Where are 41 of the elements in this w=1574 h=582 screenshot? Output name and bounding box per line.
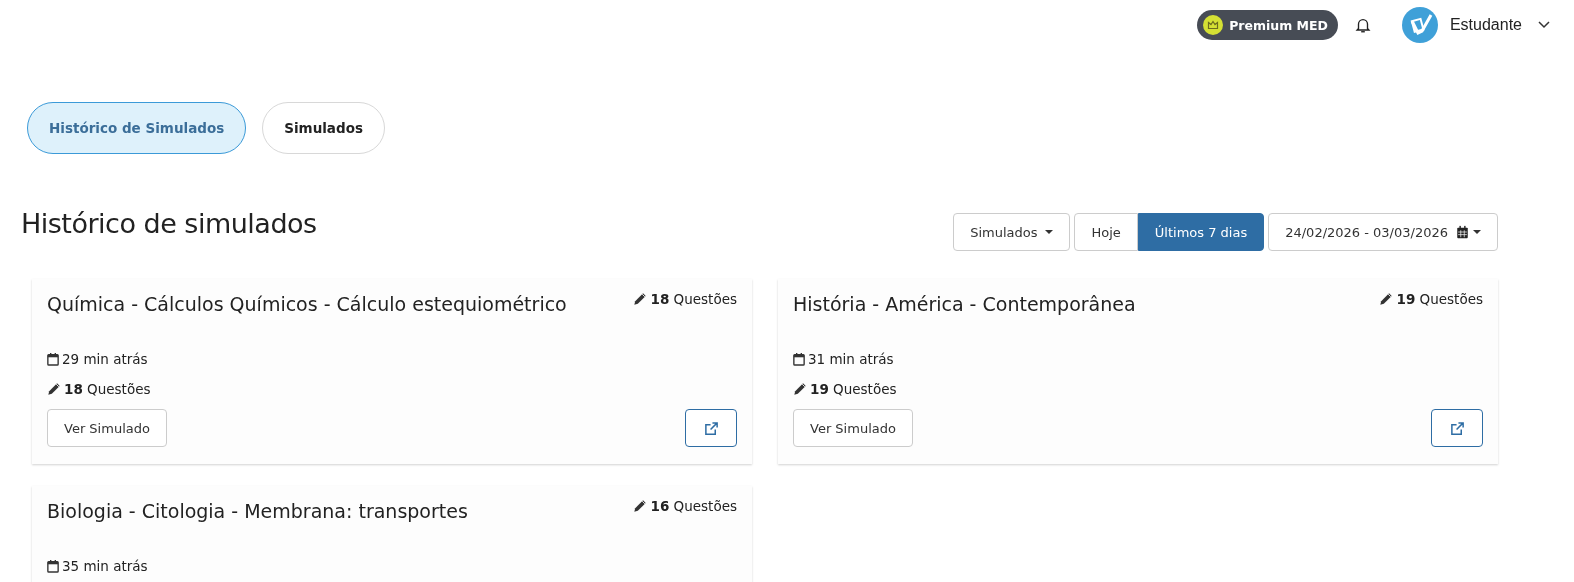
premium-badge[interactable]: Premium MED: [1197, 10, 1338, 40]
card-title: Biologia - Citologia - Membrana: transportes: [47, 499, 468, 522]
type-dropdown[interactable]: Simulados: [953, 213, 1071, 251]
user-name[interactable]: Estudante: [1449, 16, 1522, 34]
calendar-icon: [47, 559, 59, 573]
external-link-button[interactable]: [1431, 409, 1483, 447]
caret-icon: [1045, 230, 1054, 234]
caret-icon: [1473, 230, 1481, 234]
pencil-icon: [633, 499, 648, 513]
count-text: 18 Questões: [650, 291, 737, 307]
external-link-icon: [703, 420, 719, 436]
card-title: Química - Cálculos Químicos - Cálculo estequiométrico: [47, 292, 567, 315]
elapsed-time: 31 min atrás: [808, 351, 894, 367]
external-link-icon: [1449, 420, 1465, 436]
avatar-icon[interactable]: [1401, 7, 1438, 43]
external-link-button[interactable]: [685, 409, 737, 447]
page-title: Histórico de simulados: [21, 207, 317, 239]
pencil-icon: [793, 382, 807, 396]
tab[interactable]: Simulados: [262, 102, 385, 154]
pencil-icon: [633, 292, 648, 306]
calendar-icon: [793, 352, 805, 366]
pencil-icon: [47, 382, 61, 396]
count-text: 16 Questões: [650, 498, 737, 514]
bell-icon[interactable]: [1353, 16, 1372, 34]
count-text: 19 Questões: [1396, 291, 1483, 307]
question-count: 19 Questões: [810, 381, 897, 397]
chevron-down-icon[interactable]: [1538, 21, 1550, 29]
card-title: História - América - Contemporânea: [793, 292, 1136, 315]
calendar-icon: [47, 352, 59, 366]
tab[interactable]: Histórico de Simulados: [27, 102, 247, 154]
elapsed-time: 35 min atrás: [62, 558, 148, 574]
pencil-icon: [1379, 292, 1394, 306]
view-button[interactable]: Ver Simulado: [47, 409, 167, 447]
calendar-icon: [1456, 225, 1469, 239]
date-range-picker[interactable]: 24/02/2026 - 03/03/2026: [1268, 213, 1498, 251]
view-button[interactable]: Ver Simulado: [793, 409, 913, 447]
question-count: 18 Questões: [64, 381, 151, 397]
period-button[interactable]: Últimos 7 dias: [1137, 213, 1265, 251]
crown-icon: [1203, 15, 1224, 35]
elapsed-time: 29 min atrás: [62, 351, 148, 367]
period-button[interactable]: Hoje: [1074, 213, 1138, 251]
